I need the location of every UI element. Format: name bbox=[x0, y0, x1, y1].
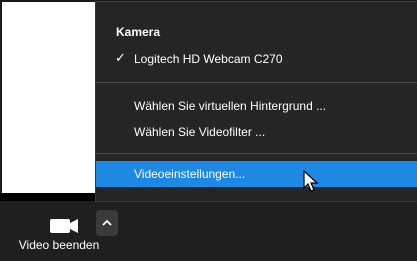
menu-divider bbox=[96, 82, 417, 83]
camera-logitech-label: Logitech HD Webcam C270 bbox=[134, 52, 283, 66]
video-preview bbox=[2, 2, 100, 193]
checkmark-icon: ✓ bbox=[115, 50, 126, 65]
chevron-up-icon bbox=[102, 219, 112, 226]
camera-heading: Kamera bbox=[116, 25, 161, 39]
stop-video-label: Video beenden bbox=[18, 238, 100, 252]
stop-video-button[interactable]: Video beenden bbox=[0, 201, 99, 261]
meeting-toolbar: Video beenden bbox=[0, 201, 417, 261]
camera-logitech-option[interactable]: ✓ Logitech HD Webcam C270 bbox=[96, 46, 417, 72]
virtual-background-option[interactable]: Wählen Sie virtuellen Hintergrund ... bbox=[96, 93, 417, 119]
video-filter-label: Wählen Sie Videofilter ... bbox=[134, 125, 266, 139]
menu-divider bbox=[96, 153, 417, 154]
video-options-button[interactable] bbox=[96, 210, 118, 236]
video-settings-label: Videoeinstellungen... bbox=[134, 167, 246, 181]
virtual-background-label: Wählen Sie virtuellen Hintergrund ... bbox=[134, 99, 327, 113]
mouse-pointer-icon bbox=[303, 170, 319, 192]
video-filter-option[interactable]: Wählen Sie Videofilter ... bbox=[96, 119, 417, 145]
video-settings-option[interactable]: Videoeinstellungen... bbox=[96, 161, 417, 187]
video-options-menu: Kamera ✓ Logitech HD Webcam C270 Wählen … bbox=[96, 2, 417, 201]
